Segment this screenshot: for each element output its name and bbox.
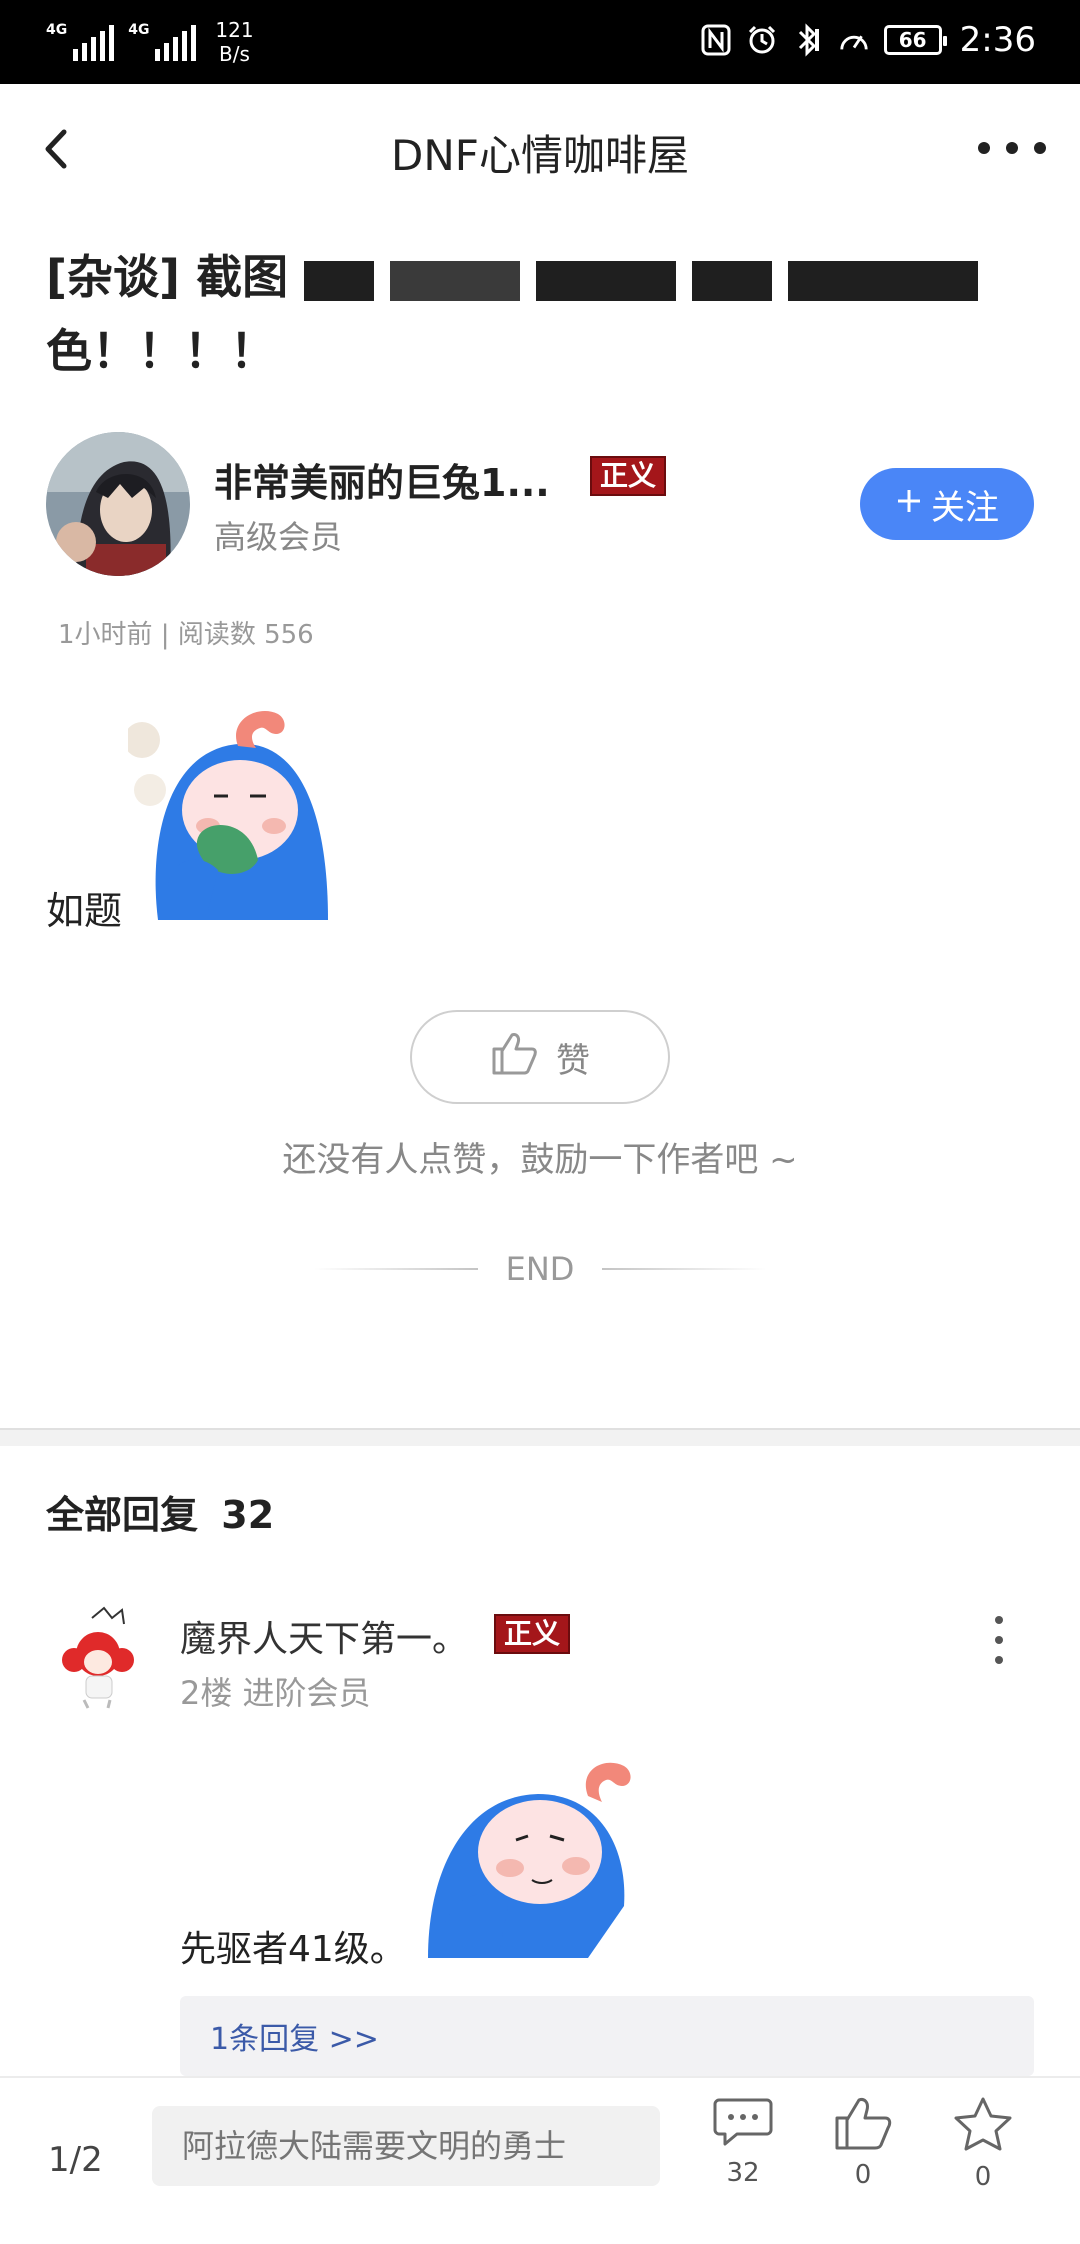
comment-icon	[713, 2096, 773, 2152]
post-title: [杂谈] 截图 色！！！！	[46, 240, 1036, 388]
post-meta: 1小时前 | 阅读数 556	[58, 620, 314, 650]
more-dots-icon[interactable]	[972, 124, 1052, 172]
bluetooth-icon	[792, 22, 824, 58]
battery-icon: 66	[883, 25, 947, 55]
post-title-prefix: [杂谈]	[46, 250, 181, 304]
author-badge: 正义	[590, 456, 667, 496]
clock: 2:36	[959, 20, 1036, 60]
redaction-block	[536, 260, 677, 301]
status-bar: 4G 4G 121 B/s 66 2:36	[0, 0, 1080, 84]
reply-input[interactable]	[152, 2106, 660, 2186]
follow-label: 关注	[931, 487, 999, 528]
comment-count: 32	[726, 2158, 760, 2188]
reply-badge: 正义	[494, 1614, 571, 1654]
thumbs-up-icon	[833, 2096, 893, 2154]
redaction-block	[692, 260, 773, 301]
post-body-text: 如题	[46, 889, 123, 933]
comment-button[interactable]: 32	[698, 2096, 788, 2228]
post-title-fragment: 截图	[196, 250, 289, 304]
bottom-bar: 1/2 32 0 0	[0, 2076, 1080, 2244]
signal-sim1-icon: 4G	[46, 22, 115, 61]
back-arrow-icon[interactable]	[34, 122, 82, 176]
post-title-line2: 色！！！！	[46, 324, 276, 378]
battery-level: 66	[898, 28, 927, 52]
redaction-block	[304, 260, 375, 301]
reply-sticker-image	[428, 1756, 638, 1958]
thumbs-up-icon	[490, 1031, 538, 1084]
like-button[interactable]: 赞	[410, 1010, 670, 1104]
star-count: 0	[974, 2162, 992, 2192]
end-line-left	[313, 1268, 478, 1270]
end-line-right	[602, 1268, 767, 1270]
like-label: 赞	[556, 1040, 590, 1081]
status-left: 4G 4G 121 B/s	[46, 18, 258, 66]
replies-count: 32	[221, 1493, 275, 1537]
author-name[interactable]: 非常美丽的巨兔1...	[214, 452, 550, 507]
like-count: 0	[854, 2160, 872, 2190]
sticker-image	[124, 700, 338, 920]
nav-bar: DNF心情咖啡屋	[0, 84, 1080, 214]
reply-more-icon[interactable]	[992, 1616, 1006, 1664]
reply-avatar[interactable]	[52, 1604, 162, 1714]
page-indicator[interactable]: 1/2	[48, 2140, 103, 2180]
redaction-block	[788, 260, 979, 301]
reply-meta: 2楼 进阶会员	[180, 1674, 371, 1712]
plus-icon	[895, 484, 923, 524]
redaction-block	[390, 260, 521, 301]
reply-text: 先驱者41级。	[180, 1929, 406, 1970]
author-level: 高级会员	[214, 518, 343, 556]
end-marker: END	[0, 1250, 1080, 1288]
star-icon	[953, 2096, 1013, 2156]
post-title-line1: [杂谈] 截图	[46, 240, 1036, 314]
status-right: 66 2:36	[700, 20, 1036, 60]
author-avatar[interactable]	[46, 432, 190, 576]
sim2-network-type: 4G	[128, 22, 150, 38]
replies-header: 全部回复 32	[46, 1484, 274, 1539]
net-speed: 121 B/s	[215, 18, 254, 66]
end-label: END	[505, 1250, 575, 1288]
like-hint: 还没有人点赞，鼓励一下作者吧 ~	[282, 1140, 798, 1180]
alarm-icon	[746, 22, 778, 58]
speed-icon	[838, 22, 870, 58]
sim1-network-type: 4G	[46, 22, 68, 38]
sub-replies-link[interactable]: 1条回复 >>	[180, 1996, 1034, 2076]
nfc-icon	[700, 22, 732, 58]
replies-header-label: 全部回复	[46, 1493, 199, 1537]
like-action-button[interactable]: 0	[818, 2096, 908, 2228]
follow-button[interactable]: 关注	[860, 468, 1034, 540]
favorite-button[interactable]: 0	[938, 2096, 1028, 2228]
section-divider	[0, 1428, 1080, 1446]
signal-sim2-icon: 4G	[128, 22, 197, 61]
page-title: DNF心情咖啡屋	[391, 131, 689, 180]
reply-author-name[interactable]: 魔界人天下第一。	[180, 1610, 468, 1662]
